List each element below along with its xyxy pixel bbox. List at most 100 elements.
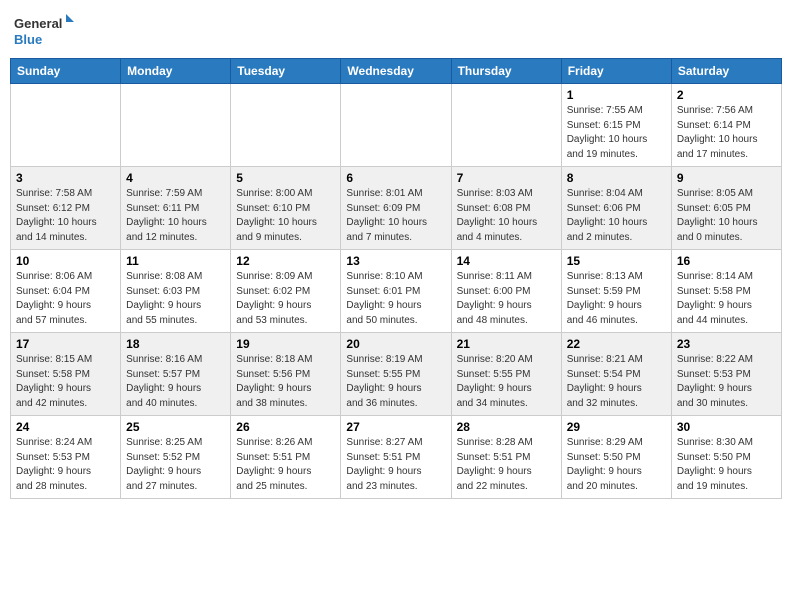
- calendar-cell: 28 Sunrise: 8:28 AM Sunset: 5:51 PM Dayli…: [451, 416, 561, 499]
- calendar-week-3: 10 Sunrise: 8:06 AM Sunset: 6:04 PM Dayli…: [11, 250, 782, 333]
- calendar-cell: 26 Sunrise: 8:26 AM Sunset: 5:51 PM Dayli…: [231, 416, 341, 499]
- day-number: 5: [236, 171, 335, 185]
- logo-svg: General Blue: [14, 10, 74, 50]
- weekday-header-row: SundayMondayTuesdayWednesdayThursdayFrid…: [11, 59, 782, 84]
- day-number: 2: [677, 88, 776, 102]
- calendar-cell: 13 Sunrise: 8:10 AM Sunset: 6:01 PM Dayli…: [341, 250, 451, 333]
- day-info: Sunrise: 8:21 AM Sunset: 5:54 PM Dayligh…: [567, 353, 666, 411]
- day-number: 4: [126, 171, 225, 185]
- day-number: 24: [16, 420, 115, 434]
- calendar-cell: 6 Sunrise: 8:01 AM Sunset: 6:09 PM Daylig…: [341, 167, 451, 250]
- calendar-cell: 3 Sunrise: 7:58 AM Sunset: 6:12 PM Daylig…: [11, 167, 121, 250]
- day-number: 8: [567, 171, 666, 185]
- weekday-header-sunday: Sunday: [11, 59, 121, 84]
- calendar-cell: 27Sunrise: 8:27 AM Sunset: 5:51 PM Dayli…: [341, 416, 451, 499]
- day-info: Sunrise: 8:09 AM Sunset: 6:02 PM Dayligh…: [236, 270, 335, 328]
- day-info: Sunrise: 8:08 AM Sunset: 6:03 PM Dayligh…: [126, 270, 225, 328]
- day-number: 29: [567, 420, 666, 434]
- day-info: Sunrise: 7:58 AM Sunset: 6:12 PM Dayligh…: [16, 187, 115, 245]
- day-number: 7: [457, 171, 556, 185]
- day-info: Sunrise: 8:19 AM Sunset: 5:55 PM Dayligh…: [346, 353, 445, 411]
- calendar-cell: 1 Sunrise: 7:55 AM Sunset: 6:15 PM Daylig…: [561, 84, 671, 167]
- weekday-header-thursday: Thursday: [451, 59, 561, 84]
- day-info: Sunrise: 8:25 AM Sunset: 5:52 PM Dayligh…: [126, 436, 225, 494]
- calendar-cell: 23 Sunrise: 8:22 AM Sunset: 5:53 PM Dayli…: [671, 333, 781, 416]
- day-info: Sunrise: 8:28 AM Sunset: 5:51 PM Dayligh…: [457, 436, 556, 494]
- day-info: Sunrise: 8:01 AM Sunset: 6:09 PM Dayligh…: [346, 187, 445, 245]
- day-info: Sunrise: 8:20 AM Sunset: 5:55 PM Dayligh…: [457, 353, 556, 411]
- calendar-table: SundayMondayTuesdayWednesdayThursdayFrid…: [10, 58, 782, 499]
- calendar-cell: 22 Sunrise: 8:21 AM Sunset: 5:54 PM Dayli…: [561, 333, 671, 416]
- calendar-cell: 16 Sunrise: 8:14 AM Sunset: 5:58 PM Dayli…: [671, 250, 781, 333]
- calendar-cell: 4 Sunrise: 7:59 AM Sunset: 6:11 PM Daylig…: [121, 167, 231, 250]
- calendar-cell: 11Sunrise: 8:08 AM Sunset: 6:03 PM Dayli…: [121, 250, 231, 333]
- calendar-cell: 18 Sunrise: 8:16 AM Sunset: 5:57 PM Dayli…: [121, 333, 231, 416]
- day-number: 27: [346, 420, 445, 434]
- calendar-cell: 10 Sunrise: 8:06 AM Sunset: 6:04 PM Dayli…: [11, 250, 121, 333]
- calendar-cell: 24 Sunrise: 8:24 AM Sunset: 5:53 PM Dayli…: [11, 416, 121, 499]
- calendar-cell: 19 Sunrise: 8:18 AM Sunset: 5:56 PM Dayli…: [231, 333, 341, 416]
- calendar-cell: 30Sunrise: 8:30 AM Sunset: 5:50 PM Dayli…: [671, 416, 781, 499]
- weekday-header-saturday: Saturday: [671, 59, 781, 84]
- day-info: Sunrise: 8:06 AM Sunset: 6:04 PM Dayligh…: [16, 270, 115, 328]
- day-number: 3: [16, 171, 115, 185]
- calendar-week-1: 1 Sunrise: 7:55 AM Sunset: 6:15 PM Daylig…: [11, 84, 782, 167]
- day-number: 6: [346, 171, 445, 185]
- day-info: Sunrise: 8:22 AM Sunset: 5:53 PM Dayligh…: [677, 353, 776, 411]
- day-info: Sunrise: 7:56 AM Sunset: 6:14 PM Dayligh…: [677, 104, 776, 162]
- day-number: 9: [677, 171, 776, 185]
- calendar-cell: [11, 84, 121, 167]
- page-header: General Blue: [10, 10, 782, 50]
- calendar-week-5: 24 Sunrise: 8:24 AM Sunset: 5:53 PM Dayli…: [11, 416, 782, 499]
- day-info: Sunrise: 8:13 AM Sunset: 5:59 PM Dayligh…: [567, 270, 666, 328]
- day-info: Sunrise: 8:26 AM Sunset: 5:51 PM Dayligh…: [236, 436, 335, 494]
- calendar-cell: [121, 84, 231, 167]
- day-number: 17: [16, 337, 115, 351]
- day-number: 16: [677, 254, 776, 268]
- calendar-cell: [451, 84, 561, 167]
- day-info: Sunrise: 7:55 AM Sunset: 6:15 PM Dayligh…: [567, 104, 666, 162]
- weekday-header-tuesday: Tuesday: [231, 59, 341, 84]
- day-number: 25: [126, 420, 225, 434]
- calendar-week-4: 17Sunrise: 8:15 AM Sunset: 5:58 PM Dayli…: [11, 333, 782, 416]
- day-number: 18: [126, 337, 225, 351]
- calendar-cell: 14 Sunrise: 8:11 AM Sunset: 6:00 PM Dayli…: [451, 250, 561, 333]
- day-number: 12: [236, 254, 335, 268]
- calendar-cell: 9Sunrise: 8:05 AM Sunset: 6:05 PM Daylig…: [671, 167, 781, 250]
- svg-text:Blue: Blue: [14, 32, 42, 47]
- calendar-cell: 15Sunrise: 8:13 AM Sunset: 5:59 PM Dayli…: [561, 250, 671, 333]
- svg-text:General: General: [14, 16, 62, 31]
- day-info: Sunrise: 8:18 AM Sunset: 5:56 PM Dayligh…: [236, 353, 335, 411]
- day-info: Sunrise: 8:29 AM Sunset: 5:50 PM Dayligh…: [567, 436, 666, 494]
- day-number: 14: [457, 254, 556, 268]
- calendar-cell: 2 Sunrise: 7:56 AM Sunset: 6:14 PM Daylig…: [671, 84, 781, 167]
- day-number: 26: [236, 420, 335, 434]
- day-info: Sunrise: 8:11 AM Sunset: 6:00 PM Dayligh…: [457, 270, 556, 328]
- day-info: Sunrise: 8:04 AM Sunset: 6:06 PM Dayligh…: [567, 187, 666, 245]
- day-info: Sunrise: 8:00 AM Sunset: 6:10 PM Dayligh…: [236, 187, 335, 245]
- day-number: 10: [16, 254, 115, 268]
- calendar-cell: 25 Sunrise: 8:25 AM Sunset: 5:52 PM Dayli…: [121, 416, 231, 499]
- day-number: 1: [567, 88, 666, 102]
- calendar-cell: [341, 84, 451, 167]
- calendar-cell: 12 Sunrise: 8:09 AM Sunset: 6:02 PM Dayli…: [231, 250, 341, 333]
- day-number: 28: [457, 420, 556, 434]
- weekday-header-wednesday: Wednesday: [341, 59, 451, 84]
- page-container: General Blue SundayMondayTuesdayWednesda…: [10, 10, 782, 499]
- day-info: Sunrise: 8:16 AM Sunset: 5:57 PM Dayligh…: [126, 353, 225, 411]
- weekday-header-monday: Monday: [121, 59, 231, 84]
- day-info: Sunrise: 8:14 AM Sunset: 5:58 PM Dayligh…: [677, 270, 776, 328]
- day-number: 22: [567, 337, 666, 351]
- day-number: 13: [346, 254, 445, 268]
- day-number: 23: [677, 337, 776, 351]
- calendar-cell: 8 Sunrise: 8:04 AM Sunset: 6:06 PM Daylig…: [561, 167, 671, 250]
- logo: General Blue: [14, 10, 74, 50]
- calendar-cell: 17Sunrise: 8:15 AM Sunset: 5:58 PM Dayli…: [11, 333, 121, 416]
- day-info: Sunrise: 8:10 AM Sunset: 6:01 PM Dayligh…: [346, 270, 445, 328]
- day-info: Sunrise: 8:24 AM Sunset: 5:53 PM Dayligh…: [16, 436, 115, 494]
- day-info: Sunrise: 7:59 AM Sunset: 6:11 PM Dayligh…: [126, 187, 225, 245]
- weekday-header-friday: Friday: [561, 59, 671, 84]
- day-number: 19: [236, 337, 335, 351]
- calendar-cell: 29 Sunrise: 8:29 AM Sunset: 5:50 PM Dayli…: [561, 416, 671, 499]
- day-info: Sunrise: 8:03 AM Sunset: 6:08 PM Dayligh…: [457, 187, 556, 245]
